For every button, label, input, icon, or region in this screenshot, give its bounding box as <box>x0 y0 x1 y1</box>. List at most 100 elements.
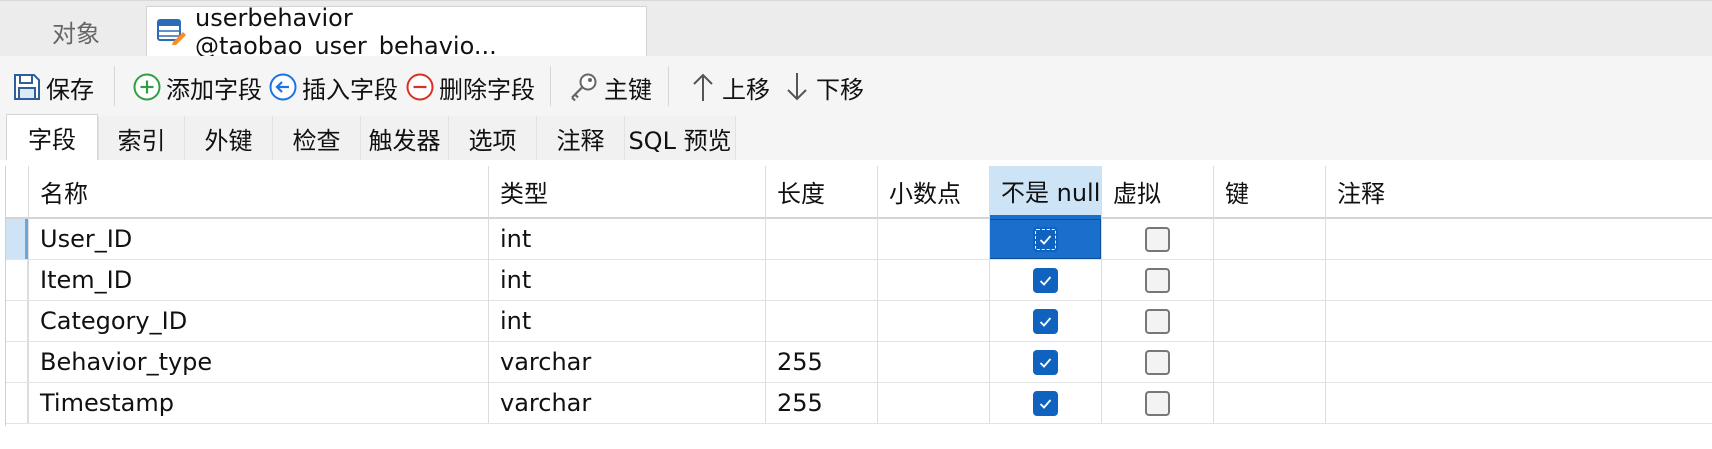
field-key-cell[interactable] <box>1213 342 1325 382</box>
primary-key-button[interactable]: 主键 <box>568 70 652 104</box>
toolbar: 保存 添加字段 插入字段 删除字段 主键 上移 下移 <box>0 56 1712 116</box>
toolbar-divider <box>550 66 551 106</box>
field-decimals-cell[interactable] <box>877 219 989 259</box>
column-header-name[interactable]: 名称 <box>28 166 488 217</box>
column-header-comment[interactable]: 注释 <box>1325 166 1712 217</box>
field-length-cell[interactable] <box>765 301 877 341</box>
virtual-checkbox[interactable] <box>1144 390 1170 416</box>
move-down-button[interactable]: 下移 <box>782 70 864 104</box>
virtual-cell[interactable] <box>1101 260 1213 300</box>
insert-field-button[interactable]: 插入字段 <box>268 70 398 104</box>
not-null-checkbox[interactable] <box>1032 267 1058 293</box>
field-name-cell[interactable]: User_ID <box>28 219 488 259</box>
field-type-cell[interactable]: int <box>488 219 765 259</box>
row-selector[interactable] <box>6 219 28 259</box>
tab-comments[interactable]: 注释 <box>536 116 624 160</box>
field-type-cell[interactable]: int <box>488 301 765 341</box>
delete-field-label: 删除字段 <box>439 75 535 104</box>
field-comment-cell[interactable] <box>1325 383 1712 423</box>
not-null-checkbox[interactable] <box>1032 226 1058 252</box>
row-selector[interactable] <box>6 301 28 341</box>
tab-options[interactable]: 选项 <box>448 116 536 160</box>
not-null-cell[interactable] <box>989 301 1101 341</box>
tab-fields[interactable]: 字段 <box>6 114 98 160</box>
virtual-checkbox[interactable] <box>1144 308 1170 334</box>
field-type-cell[interactable]: varchar <box>488 383 765 423</box>
field-key-cell[interactable] <box>1213 301 1325 341</box>
delete-field-button[interactable]: 删除字段 <box>405 70 535 104</box>
field-length-cell[interactable]: 255 <box>765 383 877 423</box>
column-divider <box>877 166 878 423</box>
field-length-cell[interactable]: 255 <box>765 342 877 382</box>
save-button[interactable]: 保存 <box>12 70 94 104</box>
not-null-checkbox[interactable] <box>1032 390 1058 416</box>
field-type-cell[interactable]: int <box>488 260 765 300</box>
save-disk-icon <box>14 74 40 100</box>
field-name-cell[interactable]: Behavior_type <box>28 342 488 382</box>
tab-checks[interactable]: 检查 <box>272 116 360 160</box>
fields-grid: 名称 类型 长度 小数点 不是 null 虚拟 键 注释 User_ID int I… <box>0 166 1712 449</box>
tab-objects[interactable]: 对象 <box>6 6 146 57</box>
field-comment-cell[interactable] <box>1325 219 1712 259</box>
tab-indexes[interactable]: 索引 <box>98 116 184 160</box>
table-row[interactable]: Item_ID int <box>6 260 1712 301</box>
column-header-length[interactable]: 长度 <box>765 166 877 217</box>
tab-sql-preview[interactable]: SQL 预览 <box>624 116 736 160</box>
field-decimals-cell[interactable] <box>877 342 989 382</box>
field-length-cell[interactable] <box>765 219 877 259</box>
field-key-cell[interactable] <box>1213 219 1325 259</box>
tab-foreign-keys[interactable]: 外键 <box>184 116 272 160</box>
virtual-checkbox[interactable] <box>1144 226 1170 252</box>
not-null-checkbox[interactable] <box>1032 349 1058 375</box>
not-null-checkbox[interactable] <box>1032 308 1058 334</box>
column-header-key[interactable]: 键 <box>1213 166 1325 217</box>
field-length-cell[interactable] <box>765 260 877 300</box>
virtual-cell[interactable] <box>1101 219 1213 259</box>
row-selector[interactable] <box>6 260 28 300</box>
table-row[interactable]: Behavior_type varchar 255 <box>6 342 1712 383</box>
table-row[interactable]: User_ID int <box>6 219 1712 260</box>
tab-table-design[interactable]: userbehavior @taobao_user_behavio... <box>146 4 647 60</box>
move-down-label: 下移 <box>816 75 864 104</box>
field-decimals-cell[interactable] <box>877 383 989 423</box>
not-null-cell[interactable] <box>989 342 1101 382</box>
table-row[interactable]: Timestamp varchar 255 <box>6 383 1712 424</box>
virtual-cell[interactable] <box>1101 301 1213 341</box>
editor-tab-bar: 对象 userbehavior @taobao_user_behavio... <box>0 0 1712 60</box>
field-name-cell[interactable]: Item_ID <box>28 260 488 300</box>
field-type-cell[interactable]: varchar <box>488 342 765 382</box>
row-selector[interactable] <box>6 383 28 423</box>
key-icon <box>571 73 597 102</box>
field-comment-cell[interactable] <box>1325 342 1712 382</box>
column-header-decimals[interactable]: 小数点 <box>877 166 989 217</box>
not-null-cell[interactable] <box>989 383 1101 423</box>
table-edit-icon <box>157 19 186 45</box>
virtual-checkbox[interactable] <box>1144 349 1170 375</box>
add-field-label: 添加字段 <box>166 75 262 104</box>
field-comment-cell[interactable] <box>1325 301 1712 341</box>
virtual-cell[interactable] <box>1101 383 1213 423</box>
row-selector[interactable] <box>6 342 28 382</box>
virtual-checkbox[interactable] <box>1144 267 1170 293</box>
column-header-virtual[interactable]: 虚拟 <box>1101 166 1213 217</box>
field-name-cell[interactable]: Category_ID <box>28 301 488 341</box>
virtual-cell[interactable] <box>1101 342 1213 382</box>
arrow-up-icon <box>693 73 713 101</box>
save-label: 保存 <box>46 75 94 104</box>
not-null-cell[interactable] <box>989 260 1101 300</box>
column-header-type[interactable]: 类型 <box>488 166 765 217</box>
column-header-not-null[interactable]: 不是 null <box>989 166 1101 219</box>
field-decimals-cell[interactable] <box>877 260 989 300</box>
tab-triggers[interactable]: 触发器 <box>360 116 448 160</box>
insert-field-label: 插入字段 <box>302 75 398 104</box>
table-row[interactable]: Category_ID int <box>6 301 1712 342</box>
field-key-cell[interactable] <box>1213 383 1325 423</box>
move-up-button[interactable]: 上移 <box>688 70 770 104</box>
not-null-cell[interactable] <box>989 219 1101 259</box>
field-comment-cell[interactable] <box>1325 260 1712 300</box>
column-divider <box>1325 166 1326 423</box>
field-name-cell[interactable]: Timestamp <box>28 383 488 423</box>
field-key-cell[interactable] <box>1213 260 1325 300</box>
field-decimals-cell[interactable] <box>877 301 989 341</box>
add-field-button[interactable]: 添加字段 <box>132 70 262 104</box>
